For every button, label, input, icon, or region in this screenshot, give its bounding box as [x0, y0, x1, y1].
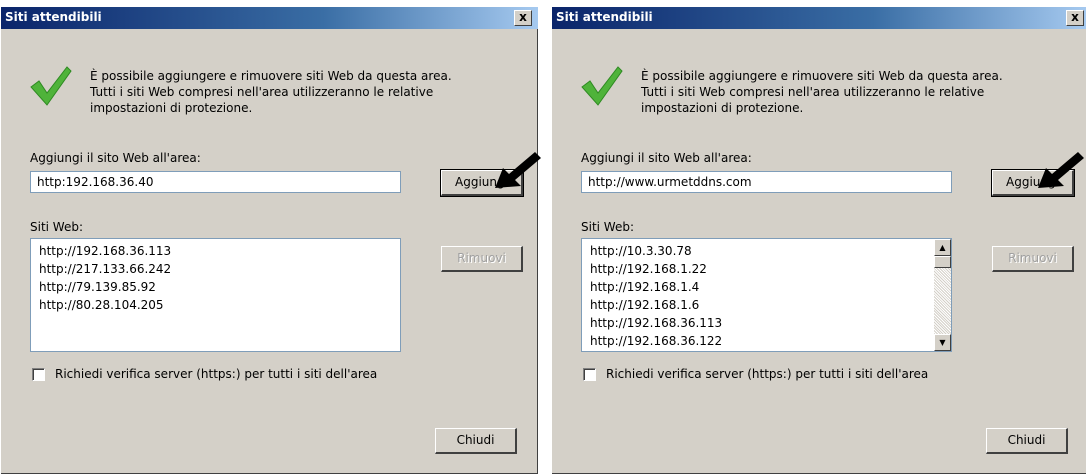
close-icon[interactable]: x: [514, 10, 532, 26]
intro-line-1: È possibile aggiungere e rimuovere siti …: [90, 69, 452, 83]
dialog-left: Siti attendibili x È possibile aggiunger…: [0, 6, 538, 474]
https-label: Richiedi verifica server (https:) per tu…: [606, 367, 929, 381]
list-item[interactable]: http://192.168.1.4: [582, 278, 951, 296]
list-item[interactable]: http://192.168.1.22: [582, 260, 951, 278]
title-bar[interactable]: Siti attendibili x: [552, 7, 1086, 29]
scrollbar[interactable]: ▲ ▼: [934, 239, 951, 351]
list-item[interactable]: http://79.139.85.92: [31, 278, 400, 296]
arrow-pointer-icon: [495, 152, 541, 188]
scroll-thumb[interactable]: [934, 256, 951, 268]
close-button[interactable]: Chiudi: [986, 428, 1068, 454]
dialog-right: Siti attendibili x È possibile aggiunger…: [551, 6, 1086, 474]
add-site-input[interactable]: http://www.urmetddns.com: [581, 171, 952, 193]
arrow-pointer-icon: [1038, 152, 1084, 188]
check-icon: [581, 66, 623, 106]
list-item[interactable]: http://192.168.36.113: [31, 242, 400, 260]
add-site-label: Aggiungi il sito Web all'area:: [30, 151, 201, 165]
intro-line-3: impostazioni di protezione.: [90, 101, 253, 115]
add-site-input[interactable]: http:192.168.36.40: [30, 171, 401, 193]
close-icon[interactable]: x: [1066, 10, 1084, 26]
https-checkbox[interactable]: [32, 368, 45, 381]
list-item[interactable]: http://10.3.30.78: [582, 242, 951, 260]
https-label: Richiedi verifica server (https:) per tu…: [55, 367, 378, 381]
scroll-down-icon[interactable]: ▼: [934, 334, 951, 351]
sites-list[interactable]: http://10.3.30.78 http://192.168.1.22 ht…: [581, 238, 952, 352]
sites-list[interactable]: http://192.168.36.113 http://217.133.66.…: [30, 238, 401, 352]
title-bar[interactable]: Siti attendibili x: [1, 7, 538, 29]
remove-button[interactable]: Rimuovi: [441, 246, 523, 272]
list-item[interactable]: http://192.168.36.122: [582, 332, 951, 350]
list-item[interactable]: http://192.168.36.113: [582, 314, 951, 332]
scroll-up-icon[interactable]: ▲: [934, 239, 951, 256]
list-item[interactable]: http://217.133.66.242: [31, 260, 400, 278]
intro-line-2: Tutti i siti Web compresi nell'area util…: [641, 85, 985, 99]
list-item[interactable]: http://192.168.1.6: [582, 296, 951, 314]
intro-line-3: impostazioni di protezione.: [641, 101, 804, 115]
intro-line-1: È possibile aggiungere e rimuovere siti …: [641, 69, 1003, 83]
add-site-label: Aggiungi il sito Web all'area:: [581, 151, 752, 165]
https-checkbox[interactable]: [583, 368, 596, 381]
sites-label: Siti Web:: [581, 220, 635, 234]
window-title: Siti attendibili: [5, 10, 102, 24]
sites-label: Siti Web:: [30, 220, 84, 234]
list-item[interactable]: http://80.28.104.205: [31, 296, 400, 314]
close-button[interactable]: Chiudi: [435, 428, 517, 454]
check-icon: [30, 66, 72, 106]
remove-button[interactable]: Rimuovi: [992, 246, 1074, 272]
intro-text: È possibile aggiungere e rimuovere siti …: [90, 68, 452, 116]
window-title: Siti attendibili: [556, 10, 653, 24]
intro-line-2: Tutti i siti Web compresi nell'area util…: [90, 85, 434, 99]
intro-text: È possibile aggiungere e rimuovere siti …: [641, 68, 1003, 116]
